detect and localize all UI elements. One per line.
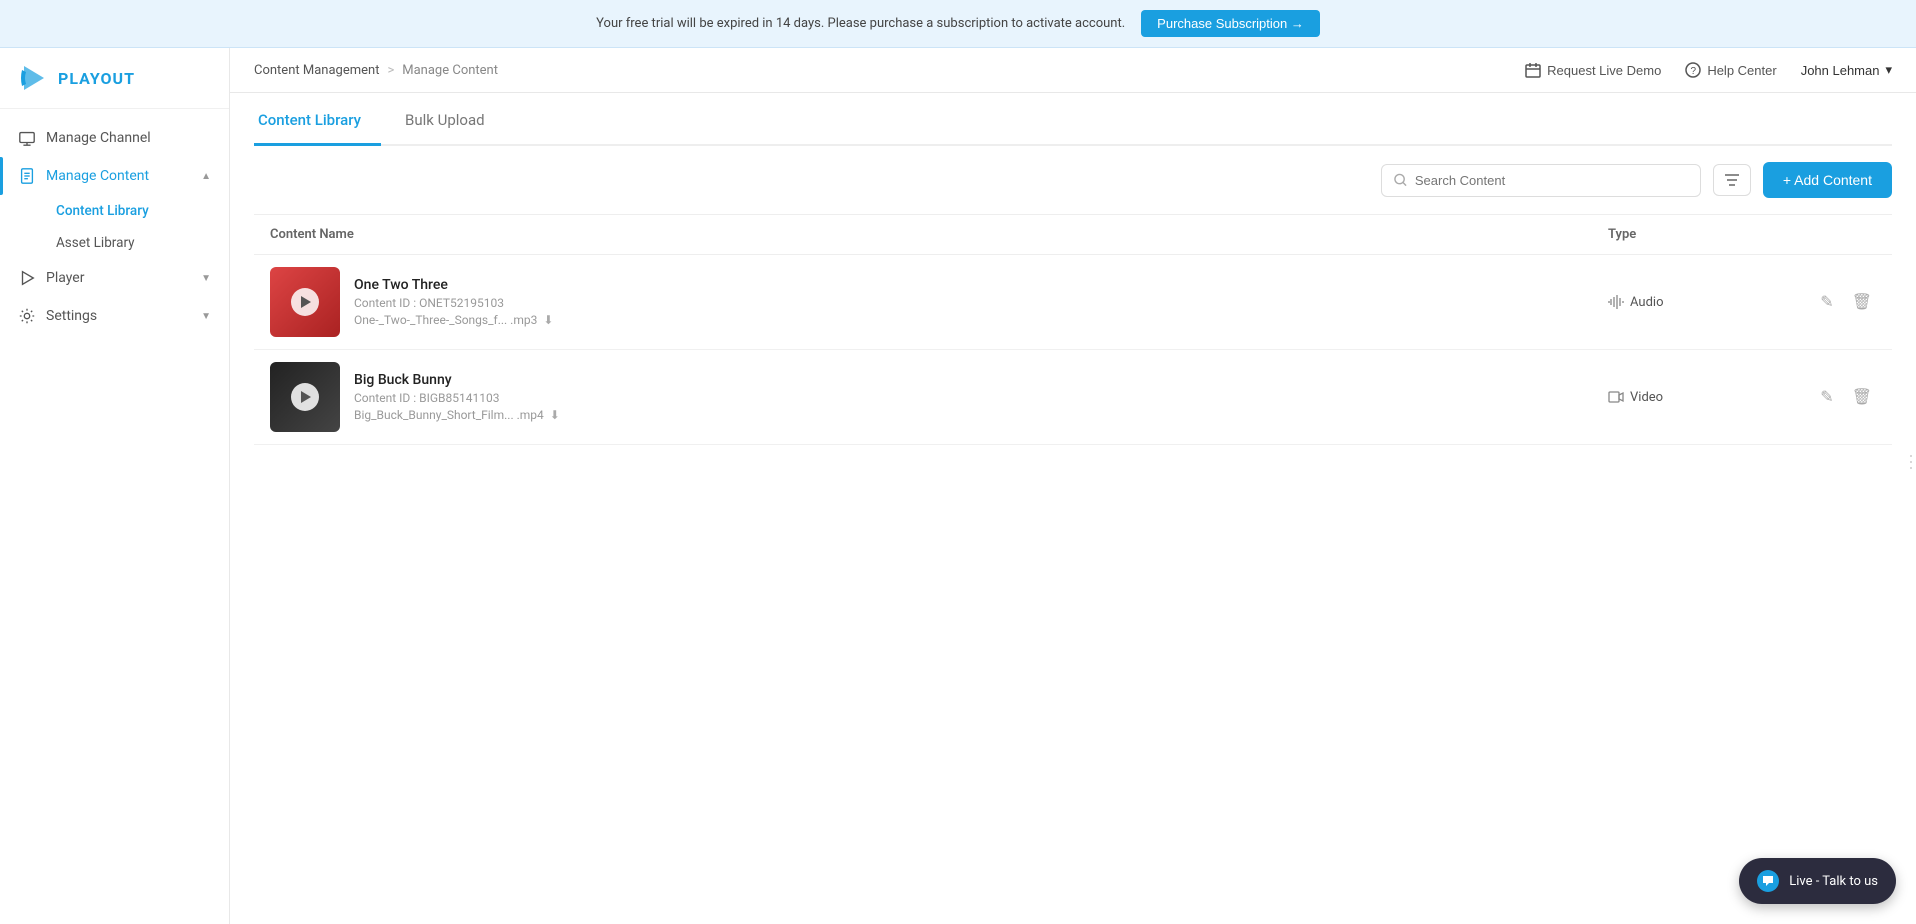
main-content: Content Management > Manage Content Requ… — [230, 48, 1916, 924]
content-info: Big Buck Bunny Content ID : BIGB85141103… — [354, 372, 560, 422]
sidebar-item-asset-library[interactable]: Asset Library — [46, 227, 229, 259]
breadcrumb-current: Manage Content — [402, 63, 498, 78]
download-icon[interactable]: ⬇ — [550, 408, 560, 422]
sidebar-item-player[interactable]: Player ▼ — [0, 259, 229, 297]
gear-icon — [18, 307, 36, 325]
trial-banner: Your free trial will be expired in 14 da… — [0, 0, 1916, 48]
purchase-subscription-button[interactable]: Purchase Subscription → — [1141, 10, 1320, 37]
play-button-overlay[interactable] — [291, 383, 319, 411]
chat-icon — [1757, 870, 1779, 892]
type-label: Video — [1630, 390, 1663, 405]
tv-icon — [18, 129, 36, 147]
trial-message: Your free trial will be expired in 14 da… — [596, 16, 1125, 31]
calendar-icon — [1525, 62, 1541, 78]
type-label: Audio — [1630, 295, 1663, 310]
row-actions: ✎ 🗑 — [1808, 288, 1876, 316]
breadcrumb-separator: > — [387, 63, 394, 78]
type-cell: Video — [1608, 390, 1776, 405]
type-cell: Audio — [1608, 294, 1776, 310]
play-button-overlay[interactable] — [291, 288, 319, 316]
content-id: Content ID : ONET52195103 — [354, 296, 553, 310]
play-icon — [18, 269, 36, 287]
sidebar-nav: Manage Channel Manage Content ▲ Content … — [0, 109, 229, 924]
sidebar-item-settings[interactable]: Settings ▼ — [0, 297, 229, 335]
column-type: Type — [1592, 215, 1792, 255]
content-id: Content ID : BIGB85141103 — [354, 391, 560, 405]
play-triangle-icon — [301, 296, 311, 308]
sidebar-item-label: Player — [46, 270, 84, 286]
content-name-cell: One Two Three Content ID : ONET52195103 … — [270, 267, 1576, 337]
header-actions: Request Live Demo ? Help Center John Leh… — [1525, 62, 1892, 78]
speech-bubble-icon — [1762, 875, 1774, 887]
help-center-button[interactable]: ? Help Center — [1685, 62, 1776, 78]
video-icon — [1608, 390, 1624, 404]
breadcrumb: Content Management > Manage Content — [254, 63, 498, 78]
svg-text:?: ? — [1691, 66, 1697, 77]
content-name-cell: Big Buck Bunny Content ID : BIGB85141103… — [270, 362, 1576, 432]
file-icon — [18, 167, 36, 185]
user-name: John Lehman — [1801, 63, 1880, 78]
chevron-up-icon: ▲ — [201, 171, 211, 182]
content-table: Content Name Type — [254, 215, 1892, 445]
edit-button[interactable]: ✎ — [1816, 383, 1837, 411]
content-info: One Two Three Content ID : ONET52195103 … — [354, 277, 553, 327]
request-demo-button[interactable]: Request Live Demo — [1525, 62, 1661, 78]
thumbnail[interactable] — [270, 267, 340, 337]
sub-nav-manage-content: Content Library Asset Library — [0, 195, 229, 259]
content-file: Big_Buck_Bunny_Short_Film... .mp4 ⬇ — [354, 408, 560, 422]
table-row: Big Buck Bunny Content ID : BIGB85141103… — [254, 350, 1892, 445]
sidebar-item-manage-channel[interactable]: Manage Channel — [0, 119, 229, 157]
playout-logo-icon — [18, 62, 50, 94]
filter-button[interactable] — [1713, 164, 1751, 196]
logo: PLAYOUT — [0, 48, 229, 109]
search-icon — [1394, 173, 1407, 187]
chevron-down-icon: ▼ — [201, 273, 211, 284]
content-file: One-_Two-_Three-_Songs_f... .mp3 ⬇ — [354, 313, 553, 327]
filename: Big_Buck_Bunny_Short_Film... .mp4 — [354, 408, 544, 422]
play-triangle-icon — [301, 391, 311, 403]
top-header: Content Management > Manage Content Requ… — [230, 48, 1916, 93]
sidebar-item-label: Settings — [46, 308, 97, 324]
sidebar-item-manage-content[interactable]: Manage Content ▲ — [0, 157, 229, 195]
search-box[interactable] — [1381, 164, 1701, 197]
live-chat-button[interactable]: Live - Talk to us — [1739, 858, 1896, 904]
live-chat-label: Live - Talk to us — [1789, 874, 1878, 889]
tab-content-library[interactable]: Content Library — [254, 93, 381, 146]
chevron-down-icon: ▼ — [201, 311, 211, 322]
content-title: One Two Three — [354, 277, 553, 293]
thumbnail[interactable] — [270, 362, 340, 432]
toolbar: + Add Content — [254, 146, 1892, 215]
column-content-name: Content Name — [254, 215, 1592, 255]
tab-bulk-upload[interactable]: Bulk Upload — [401, 93, 505, 146]
edit-button[interactable]: ✎ — [1816, 288, 1837, 316]
delete-button[interactable]: 🗑 — [1848, 288, 1876, 316]
download-icon[interactable]: ⬇ — [543, 313, 553, 327]
filter-icon — [1724, 173, 1740, 187]
add-content-button[interactable]: + Add Content — [1763, 162, 1892, 198]
content-title: Big Buck Bunny — [354, 372, 560, 388]
search-input[interactable] — [1415, 173, 1688, 188]
table-row: One Two Three Content ID : ONET52195103 … — [254, 255, 1892, 350]
sidebar: PLAYOUT Manage Channel M — [0, 48, 230, 924]
row-actions: ✎ 🗑 — [1808, 383, 1876, 411]
tabs-row: Content Library Bulk Upload — [254, 93, 1892, 146]
logo-text: PLAYOUT — [58, 69, 135, 88]
user-menu-button[interactable]: John Lehman ▾ — [1801, 62, 1892, 78]
breadcrumb-parent[interactable]: Content Management — [254, 63, 379, 78]
page-content: Content Library Bulk Upload — [230, 93, 1916, 924]
delete-button[interactable]: 🗑 — [1848, 383, 1876, 411]
sidebar-item-label: Manage Content — [46, 168, 149, 184]
help-icon: ? — [1685, 62, 1701, 78]
sidebar-item-content-library[interactable]: Content Library — [46, 195, 229, 227]
audio-icon — [1608, 294, 1624, 310]
sidebar-item-label: Manage Channel — [46, 130, 151, 146]
user-chevron: ▾ — [1885, 62, 1892, 78]
filename: One-_Two-_Three-_Songs_f... .mp3 — [354, 313, 537, 327]
